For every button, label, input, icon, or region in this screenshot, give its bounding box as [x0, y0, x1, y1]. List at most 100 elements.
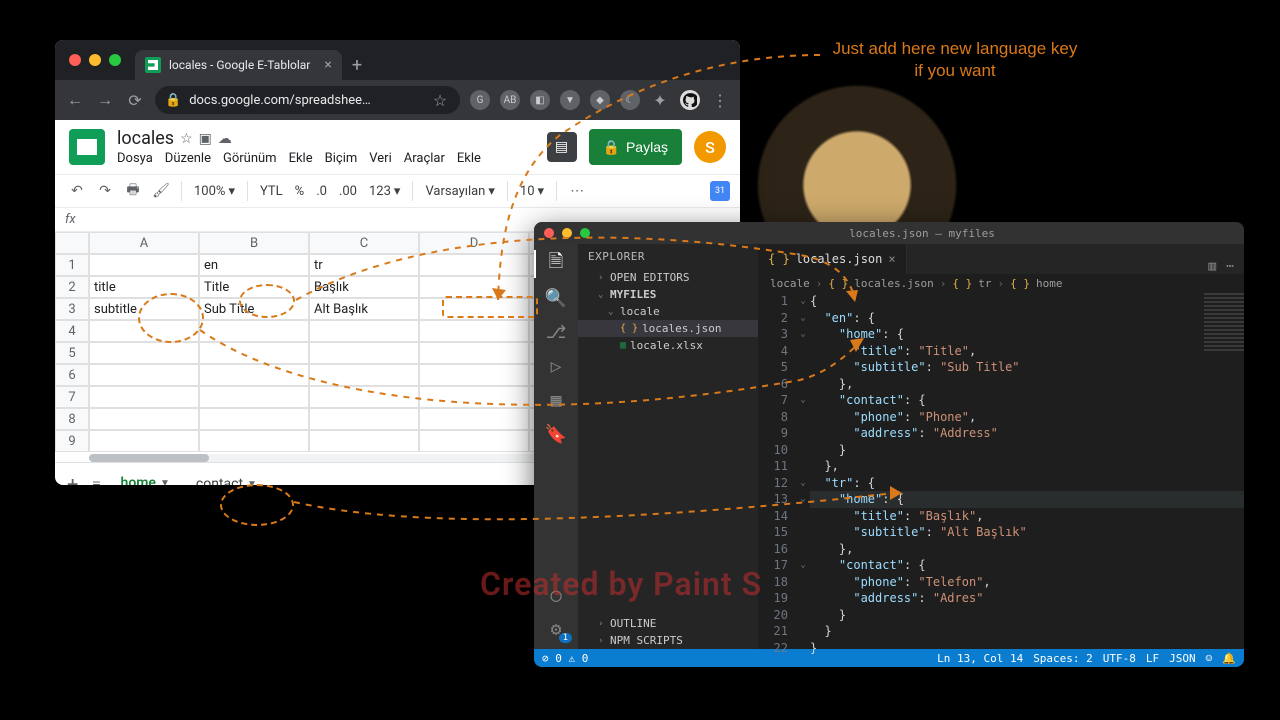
- explorer-folder-locale[interactable]: ⌄locale: [578, 303, 758, 320]
- vscode-window-controls[interactable]: [534, 228, 600, 238]
- currency-button[interactable]: YTL: [256, 184, 287, 199]
- search-icon[interactable]: 🔍: [544, 286, 568, 310]
- cell-D2[interactable]: [419, 276, 529, 298]
- print-icon[interactable]: 🖶: [121, 179, 145, 203]
- maximize-icon[interactable]: [109, 54, 121, 66]
- explorer-file-locales-json[interactable]: { }locales.json: [578, 320, 758, 337]
- row-1-header[interactable]: 1: [55, 254, 89, 276]
- menu-addons[interactable]: Ekle: [457, 151, 481, 166]
- row-8-header[interactable]: 8: [55, 408, 89, 430]
- fold-gutter[interactable]: ⌄⌄⌄⌄⌄⌄⌄: [796, 293, 810, 656]
- sheet-tab-home[interactable]: home ▼: [115, 471, 176, 485]
- select-all-corner[interactable]: [55, 232, 89, 254]
- settings-icon[interactable]: ⚙: [544, 617, 568, 641]
- ext-arrow-icon[interactable]: ▼: [560, 90, 580, 110]
- sheet-tab-home-menu-icon[interactable]: ▼: [160, 478, 170, 486]
- extensions-icon[interactable]: ▦: [544, 388, 568, 412]
- code-content[interactable]: { "en": { "home": { "title": "Title", "s…: [810, 293, 1244, 656]
- row-3-header[interactable]: 3: [55, 298, 89, 320]
- back-icon[interactable]: ←: [65, 90, 85, 110]
- editor-tab-close-icon[interactable]: ×: [888, 252, 895, 266]
- dec-increase-button[interactable]: .00: [335, 184, 361, 199]
- cell-A1[interactable]: [89, 254, 199, 276]
- font-size-dropdown[interactable]: 10 ▾: [516, 184, 548, 199]
- editor-tab-locales-json[interactable]: { } locales.json ×: [758, 244, 907, 274]
- code-editor[interactable]: 12345678910111213141516171819202122 ⌄⌄⌄⌄…: [758, 293, 1244, 656]
- explorer-npm-scripts[interactable]: ›NPM SCRIPTS: [578, 632, 758, 649]
- minimize-icon[interactable]: [562, 228, 572, 238]
- close-icon[interactable]: [544, 228, 554, 238]
- comment-history-icon[interactable]: ▤: [547, 132, 577, 162]
- status-problems[interactable]: ⊘ 0 ⚠ 0: [542, 652, 588, 665]
- ext-moon-icon[interactable]: ☾: [620, 90, 640, 110]
- share-button[interactable]: 🔒 Paylaş: [589, 129, 682, 165]
- explorer-outline[interactable]: ›OUTLINE: [578, 615, 758, 632]
- menu-format[interactable]: Biçim: [325, 151, 358, 166]
- run-debug-icon[interactable]: ▷: [544, 354, 568, 378]
- reload-icon[interactable]: ⟳: [125, 91, 145, 110]
- maximize-icon[interactable]: [580, 228, 590, 238]
- editor-more-icon[interactable]: ⋯: [1226, 259, 1234, 274]
- row-4-header[interactable]: 4: [55, 320, 89, 342]
- undo-icon[interactable]: ↶: [65, 179, 89, 203]
- dec-decrease-button[interactable]: .0: [312, 184, 331, 199]
- row-7-header[interactable]: 7: [55, 386, 89, 408]
- minimap[interactable]: [1204, 293, 1244, 353]
- zoom-dropdown[interactable]: 100%▾: [190, 184, 239, 199]
- sheet-tab-contact[interactable]: contact ▼: [190, 472, 263, 485]
- source-control-icon[interactable]: ⎇: [544, 320, 568, 344]
- forward-icon[interactable]: →: [95, 90, 115, 110]
- chrome-menu-icon[interactable]: ⋮: [710, 91, 730, 110]
- row-5-header[interactable]: 5: [55, 342, 89, 364]
- calendar-sidebar-icon[interactable]: 31: [710, 181, 730, 201]
- browser-tab[interactable]: locales - Google E-Tablolar ×: [135, 50, 342, 80]
- col-A-header[interactable]: A: [89, 232, 199, 254]
- tab-close-icon[interactable]: ×: [324, 57, 331, 73]
- font-dropdown[interactable]: Varsayılan▾: [421, 184, 498, 199]
- cell-C1[interactable]: tr: [309, 254, 419, 276]
- ext-translate-icon[interactable]: G: [470, 90, 490, 110]
- close-icon[interactable]: [69, 54, 81, 66]
- ext-shape-icon[interactable]: ◆: [590, 90, 610, 110]
- cell-C2[interactable]: Başlık: [309, 276, 419, 298]
- star-icon[interactable]: ☆: [430, 91, 450, 110]
- col-B-header[interactable]: B: [199, 232, 309, 254]
- cell-B1[interactable]: en: [199, 254, 309, 276]
- star-doc-icon[interactable]: ☆: [180, 131, 193, 147]
- explorer-icon[interactable]: 🗎: [544, 252, 568, 276]
- breadcrumbs[interactable]: locale› { }locales.json› { }tr› { }home: [758, 274, 1244, 293]
- account-avatar[interactable]: S: [694, 131, 726, 163]
- more-tools-icon[interactable]: ⋯: [565, 179, 589, 203]
- ext-generic-icon[interactable]: ◧: [530, 90, 550, 110]
- cloud-status-icon[interactable]: ☁: [218, 131, 232, 147]
- ext-github-icon[interactable]: [680, 90, 700, 110]
- menu-view[interactable]: Görünüm: [223, 151, 277, 166]
- explorer-workspace[interactable]: ⌄MYFILES: [578, 286, 758, 303]
- split-editor-icon[interactable]: ▥: [1208, 259, 1216, 274]
- menu-edit[interactable]: Düzenle: [165, 151, 211, 166]
- explorer-file-locale-xlsx[interactable]: ▦locale.xlsx: [578, 337, 758, 354]
- address-bar[interactable]: 🔒 docs.google.com/spreadshee… ☆: [155, 86, 460, 114]
- doc-title[interactable]: locales: [117, 128, 174, 149]
- cell-D1[interactable]: [419, 254, 529, 276]
- extensions-icon[interactable]: ✦: [650, 91, 670, 110]
- row-2-header[interactable]: 2: [55, 276, 89, 298]
- sheets-logo-icon[interactable]: [69, 129, 105, 165]
- all-sheets-button[interactable]: ≡: [92, 476, 100, 486]
- explorer-open-editors[interactable]: ›OPEN EDITORS: [578, 269, 758, 286]
- redo-icon[interactable]: ↷: [93, 179, 117, 203]
- move-doc-icon[interactable]: ▣: [199, 131, 212, 147]
- menu-tools[interactable]: Araçlar: [404, 151, 445, 166]
- bookmark-icon[interactable]: 🔖: [544, 422, 568, 446]
- paint-format-icon[interactable]: 🖌: [149, 179, 173, 203]
- menu-file[interactable]: Dosya: [117, 151, 153, 166]
- add-sheet-button[interactable]: +: [67, 472, 78, 485]
- col-D-header[interactable]: D: [419, 232, 529, 254]
- ext-abp-icon[interactable]: AB: [500, 90, 520, 110]
- window-controls[interactable]: [55, 54, 135, 66]
- percent-button[interactable]: %: [291, 184, 309, 199]
- cell-C3[interactable]: Alt Başlık: [309, 298, 419, 320]
- minimize-icon[interactable]: [89, 54, 101, 66]
- new-tab-button[interactable]: +: [342, 55, 372, 76]
- menu-data[interactable]: Veri: [369, 151, 391, 166]
